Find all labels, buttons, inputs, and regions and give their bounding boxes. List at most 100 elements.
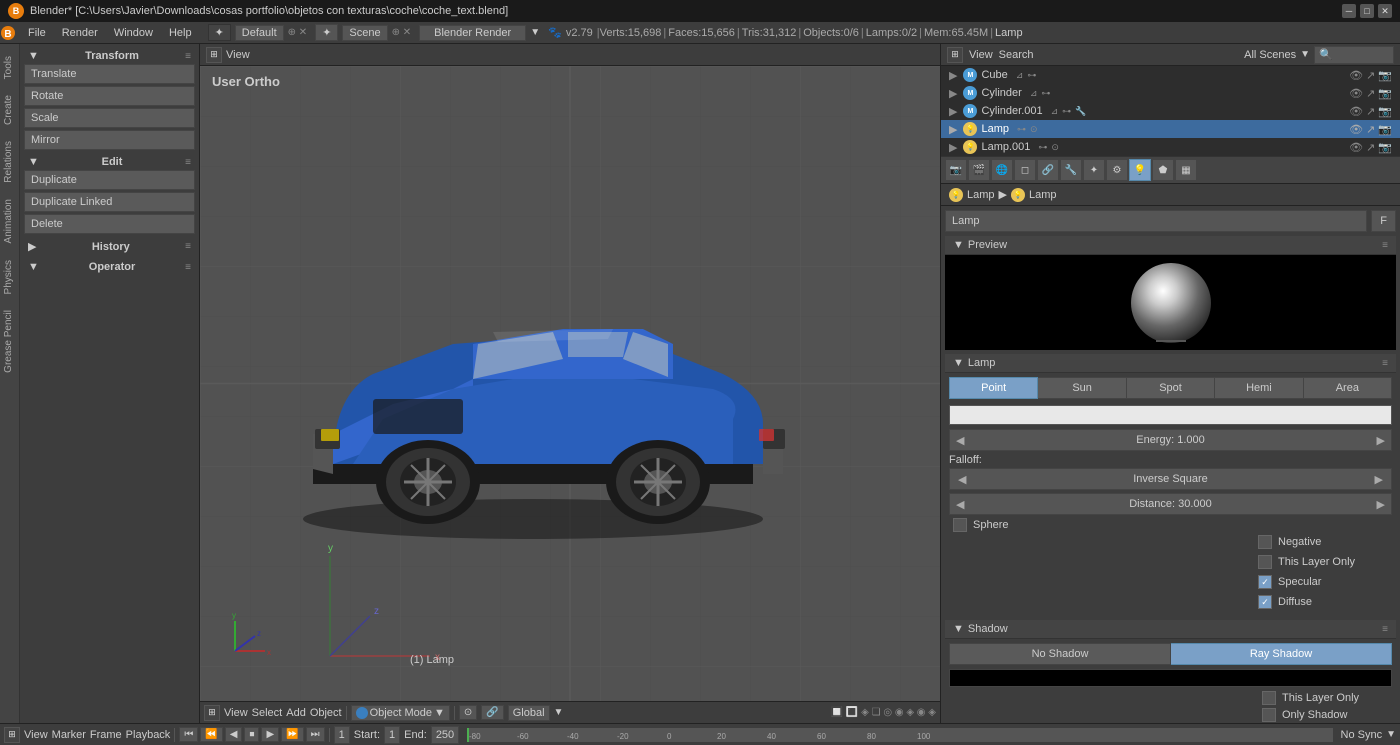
edit-header[interactable]: ▼ Edit ≡ — [24, 154, 195, 170]
menu-window[interactable]: Window — [106, 22, 161, 43]
shadow-header[interactable]: ▼ Shadow ≡ — [945, 620, 1396, 639]
cyl001-restrict-render[interactable]: 👁 — [1349, 105, 1363, 118]
menu-help[interactable]: Help — [161, 22, 200, 43]
preview-options[interactable]: ≡ — [1382, 240, 1388, 251]
tab-animation[interactable]: Animation — [0, 191, 20, 251]
start-frame[interactable]: 1 — [384, 726, 400, 744]
lamp-name-input[interactable] — [945, 210, 1367, 232]
mode-selector[interactable]: Object Mode ▼ — [351, 705, 450, 721]
menu-file[interactable]: File — [20, 22, 54, 43]
lamp-type-area[interactable]: Area — [1304, 377, 1392, 399]
render-engine-selector[interactable]: Blender Render — [419, 25, 526, 41]
lamp001-restrict-select[interactable]: ↗ — [1366, 141, 1375, 154]
distance-left-arrow[interactable]: ◀ — [956, 498, 964, 511]
shadow-layer-only-checkbox[interactable] — [1262, 691, 1276, 705]
scale-button[interactable]: Scale — [24, 108, 195, 128]
menu-render[interactable]: Render — [54, 22, 106, 43]
cube-restrict-select[interactable]: ↗ — [1366, 69, 1375, 82]
lamp-options[interactable]: ≡ — [1382, 358, 1388, 369]
scene-selector[interactable]: Scene — [342, 25, 387, 41]
lamp-color-swatch[interactable] — [949, 405, 1392, 425]
titlebar-controls[interactable]: ─ □ ✕ — [1342, 4, 1392, 18]
timeline-playback-menu[interactable]: Playback — [126, 729, 171, 741]
outliner-search-btn[interactable]: Search — [999, 49, 1034, 61]
only-shadow-checkbox[interactable] — [1262, 708, 1276, 722]
outliner-item-cylinder[interactable]: ▶ M Cylinder ⊿ ⊶ 👁 ↗ 📷 — [941, 84, 1400, 102]
no-sync-dropdown[interactable]: ▼ — [1386, 729, 1396, 740]
prop-particles-btn[interactable]: ✦ — [1083, 159, 1105, 181]
jump-end-btn[interactable]: ⏭ — [306, 727, 325, 742]
snap-button[interactable]: 🔗 — [481, 705, 503, 720]
cyl001-restrict-view[interactable]: 📷 — [1378, 105, 1392, 118]
timeline-frame-menu[interactable]: Frame — [90, 729, 122, 741]
prop-physics-btn[interactable]: ⚙ — [1106, 159, 1128, 181]
delete-button[interactable]: Delete — [24, 214, 195, 234]
current-frame[interactable]: 1 — [334, 726, 350, 744]
maximize-button[interactable]: □ — [1360, 4, 1374, 18]
minimize-button[interactable]: ─ — [1342, 4, 1356, 18]
history-options[interactable]: ≡ — [185, 241, 191, 252]
viewport-footer-icon[interactable]: ⊞ — [204, 705, 220, 721]
pivot-button[interactable]: ⊙ — [459, 705, 477, 720]
outliner-item-cube[interactable]: ▶ M Cube ⊿ ⊶ 👁 ↗ 📷 — [941, 66, 1400, 84]
jump-start-btn[interactable]: ⏮ — [179, 727, 198, 742]
stop-btn[interactable]: ⏹ — [244, 727, 259, 742]
outliner-view-menu[interactable]: View — [969, 49, 993, 61]
preview-header[interactable]: ▼ Preview ≡ — [945, 236, 1396, 255]
viewport-add-menu[interactable]: Add — [286, 707, 306, 719]
diffuse-checkbox[interactable]: ✓ — [1258, 595, 1272, 609]
lamp001-restrict-render[interactable]: 👁 — [1349, 141, 1363, 154]
play-btn[interactable]: ▶ — [261, 727, 279, 742]
cube-restrict-view[interactable]: 📷 — [1378, 69, 1392, 82]
prop-render-btn[interactable]: 📷 — [945, 159, 967, 181]
cube-restrict-render[interactable]: 👁 — [1349, 69, 1363, 82]
prop-scene-btn[interactable]: 🎬 — [968, 159, 990, 181]
viewport-object-menu[interactable]: Object — [310, 707, 342, 719]
distance-field[interactable]: ◀ Distance: 30.000 ▶ — [949, 493, 1392, 515]
global-selector[interactable]: Global — [508, 705, 550, 721]
tab-tools[interactable]: Tools — [0, 48, 20, 87]
outliner-icon-btn[interactable]: ⊞ — [947, 47, 963, 63]
viewport-canvas[interactable]: User Ortho — [200, 66, 940, 701]
outliner-search-input[interactable] — [1314, 46, 1394, 64]
outliner-item-lamp[interactable]: ▶ 💡 Lamp ⊶ ⊙ 👁 ↗ 📷 — [941, 120, 1400, 138]
falloff-right-arrow[interactable]: ▶ — [1375, 473, 1383, 486]
scene-dropdown-arrow[interactable]: ▼ — [1300, 49, 1310, 60]
tab-grease-pencil[interactable]: Grease Pencil — [0, 302, 20, 381]
lamp-type-sun[interactable]: Sun — [1038, 377, 1126, 399]
lamp-type-spot[interactable]: Spot — [1127, 377, 1215, 399]
cyl-restrict-select[interactable]: ↗ — [1366, 87, 1375, 100]
step-back-btn[interactable]: ⏪ — [200, 727, 222, 742]
lamp-header[interactable]: ▼ Lamp ≡ — [945, 354, 1396, 373]
tab-create[interactable]: Create — [0, 87, 20, 133]
f-button[interactable]: F — [1371, 210, 1396, 232]
timeline-icon[interactable]: ⊞ — [4, 727, 20, 743]
energy-arrow-right[interactable]: ▶ — [1377, 434, 1385, 447]
energy-arrow-left[interactable]: ◀ — [956, 434, 964, 447]
shadow-options[interactable]: ≡ — [1382, 624, 1388, 635]
operator-header[interactable]: ▼ Operator ≡ — [24, 259, 195, 275]
prop-texture-btn[interactable]: ▦ — [1175, 159, 1197, 181]
history-header[interactable]: ▶ History ≡ — [24, 238, 195, 255]
viewport-view-menu[interactable]: View — [224, 707, 248, 719]
timeline-scrubber[interactable]: -80 -60 -40 -20 0 20 40 60 80 100 — [467, 728, 1332, 742]
lamp-restrict-select[interactable]: ↗ — [1366, 123, 1375, 136]
shadow-color[interactable] — [949, 669, 1392, 687]
timeline-view-menu[interactable]: View — [24, 729, 48, 741]
specular-checkbox[interactable]: ✓ — [1258, 575, 1272, 589]
viewport-view-label[interactable]: View — [226, 49, 250, 61]
cyl001-restrict-select[interactable]: ↗ — [1366, 105, 1375, 118]
prop-modifier-btn[interactable]: 🔧 — [1060, 159, 1082, 181]
tab-physics[interactable]: Physics — [0, 252, 20, 302]
sphere-checkbox[interactable] — [953, 518, 967, 532]
prop-world-btn[interactable]: 🌐 — [991, 159, 1013, 181]
operator-options[interactable]: ≡ — [185, 262, 191, 273]
lamp-restrict-view[interactable]: 📷 — [1378, 123, 1392, 136]
timeline-marker-menu[interactable]: Marker — [52, 729, 86, 741]
prop-object-btn[interactable]: ◻ — [1014, 159, 1036, 181]
lamp001-restrict-view[interactable]: 📷 — [1378, 141, 1392, 154]
outliner-item-lamp001[interactable]: ▶ 💡 Lamp.001 ⊶ ⊙ 👁 ↗ 📷 — [941, 138, 1400, 156]
viewport[interactable]: ⊞ View User Ortho — [200, 44, 940, 723]
distance-right-arrow[interactable]: ▶ — [1377, 498, 1385, 511]
ray-shadow-btn[interactable]: Ray Shadow — [1171, 643, 1392, 665]
